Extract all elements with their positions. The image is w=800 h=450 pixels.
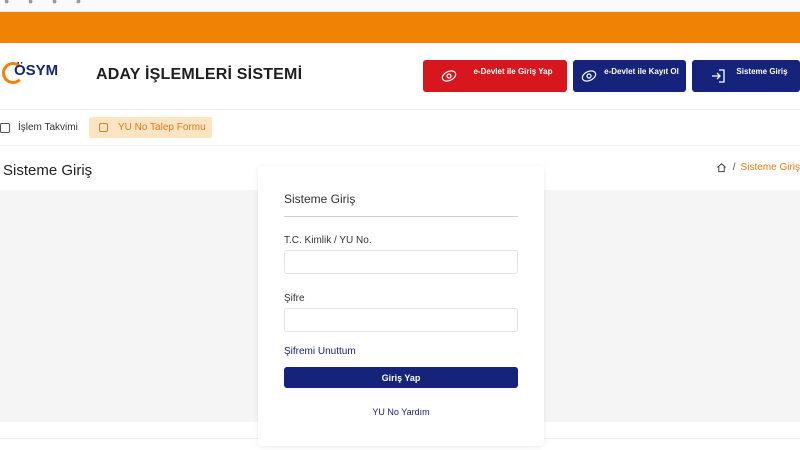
login-icon	[712, 69, 725, 83]
system-title: ADAY İŞLEMLERİ SİSTEMİ	[96, 66, 303, 83]
breadcrumb: / Sisteme Giriş	[716, 162, 800, 173]
login-card: Sisteme Giriş T.C. Kimlik / YU No. Şifre…	[258, 166, 544, 446]
edevlet-register-label: e-Devlet ile Kayıt Ol	[604, 67, 679, 76]
logo-text: ÖSYM	[14, 62, 59, 79]
tc-kimlik-label: T.C. Kimlik / YU No.	[284, 235, 372, 246]
password-input[interactable]	[284, 308, 518, 332]
yu-help-link[interactable]: YU No Yardım	[258, 407, 544, 417]
edevlet-login-button[interactable]: e-Devlet ile Giriş Yap	[423, 60, 567, 92]
tc-kimlik-input[interactable]	[284, 250, 518, 274]
top-orange-bar	[0, 12, 800, 43]
form-icon	[99, 123, 108, 132]
nav-calendar-label: İşlem Takvimi	[18, 122, 78, 133]
site-header: ÖSYM ADAY İŞLEMLERİ SİSTEMİ e-Devlet ile…	[0, 43, 800, 110]
osym-logo[interactable]: ÖSYM	[2, 58, 68, 92]
system-login-button[interactable]: Sisteme Giriş	[692, 60, 800, 92]
forgot-password-link[interactable]: Şifremi Unuttum	[284, 346, 356, 357]
sub-navigation: İşlem Takvimi YU No Talep Formu	[0, 111, 800, 146]
home-icon[interactable]	[716, 162, 727, 173]
calendar-icon	[0, 122, 10, 133]
page-title: Sisteme Giriş	[3, 162, 93, 179]
browser-toolbar-icons: ● ● ● ●	[4, 0, 90, 6]
edevlet-login-label: e-Devlet ile Giriş Yap	[473, 67, 553, 76]
nav-item-yu-request[interactable]: YU No Talep Formu	[89, 117, 212, 138]
breadcrumb-current: Sisteme Giriş	[740, 162, 800, 173]
edevlet-register-button[interactable]: e-Devlet ile Kayıt Ol	[573, 60, 686, 92]
breadcrumb-separator: /	[732, 162, 736, 173]
nav-item-calendar[interactable]: İşlem Takvimi	[0, 117, 78, 138]
edevlet-icon	[581, 70, 597, 82]
nav-yu-label: YU No Talep Formu	[118, 122, 206, 133]
password-label: Şifre	[284, 293, 305, 304]
browser-chrome-strip: ● ● ● ●	[0, 0, 800, 12]
login-card-divider	[284, 216, 518, 217]
login-submit-button[interactable]: Giriş Yap	[284, 367, 518, 388]
system-login-label: Sisteme Giriş	[736, 67, 788, 76]
edevlet-icon	[441, 70, 457, 82]
login-card-title: Sisteme Giriş	[284, 192, 356, 206]
